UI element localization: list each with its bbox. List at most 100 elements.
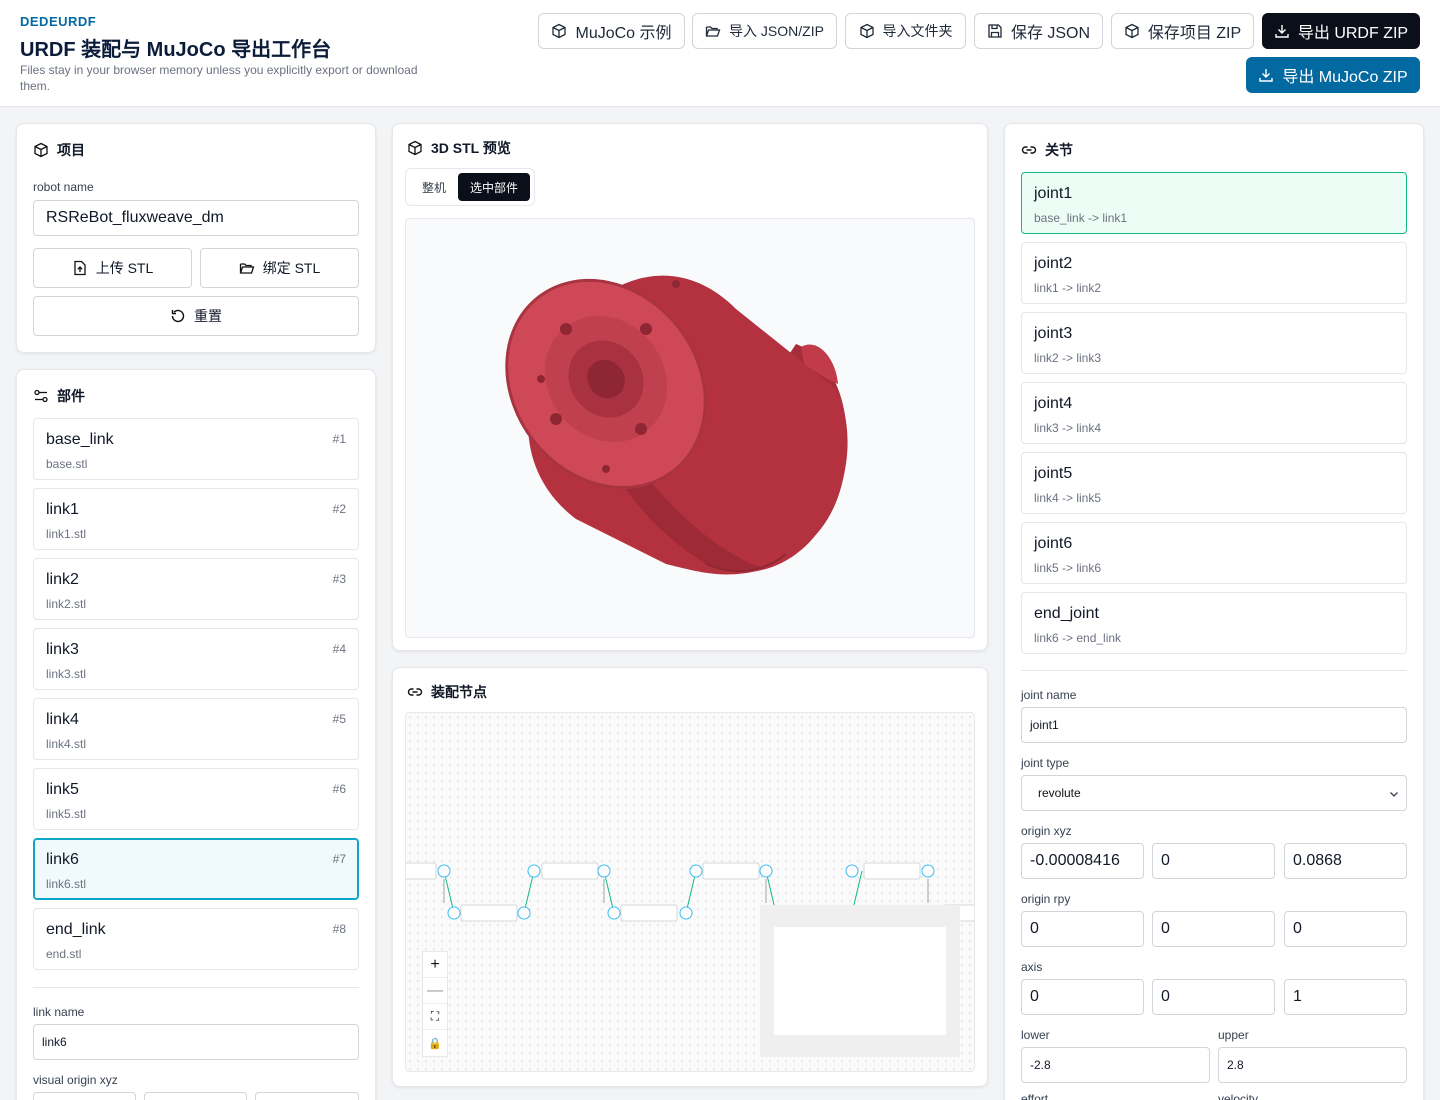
node-graph-canvas[interactable]: + — ⛶ 🔒 [405,712,975,1072]
reset-button[interactable]: 重置 [33,296,359,336]
link-name-input[interactable]: link6 [33,1024,359,1060]
upper-limit-input[interactable]: 2.8 [1218,1047,1407,1083]
bind-stl-button[interactable]: 绑定 STL [200,248,359,288]
parts-card: 部件 base_link base.stl #1 link1 link1.stl #2 li… [16,369,376,1100]
link-icon [407,688,423,696]
preview-card-header: 3D STL 预览 [407,138,511,158]
import-json-zip-button[interactable]: 导入 JSON/ZIP [692,13,837,49]
joints-card-header: 关节 [1021,140,1073,160]
origin-z-input[interactable]: 0.0868 [1284,843,1407,879]
joint-item-joint1[interactable]: joint1 base_link -> link1 [1021,172,1407,234]
lock-button[interactable]: 🔒 [423,1030,447,1056]
visual-origin-x-input[interactable] [33,1092,136,1100]
joint-type-label: joint type [1021,756,1070,770]
download-icon [1259,69,1274,82]
joint-name: joint6 [1034,535,1073,552]
joint-item-joint2[interactable]: joint2 link1 -> link2 [1021,242,1407,304]
part-file: link6.stl [46,877,87,891]
joint-item-joint5[interactable]: joint5 link4 -> link5 [1021,452,1407,514]
save-json-label: 保存 JSON [1010,25,1091,42]
sliders-icon [34,389,48,403]
tab-whole-machine[interactable]: 整机 [410,173,458,201]
part-item-end-link[interactable]: end_link end.stl #8 [33,908,359,970]
origin-x-input[interactable]: -0.00008416 [1021,843,1144,879]
joint-name: joint1 [1034,185,1073,202]
link-icon [1021,146,1037,154]
visual-origin-z-input[interactable] [255,1092,359,1100]
parts-title: 部件 [57,388,85,404]
upload-stl-label: 上传 STL [95,260,154,276]
project-card: 项目 robot name RSReBot_fluxweave_dm 上传 ST… [16,123,376,353]
effort-label: effort [1021,1092,1049,1100]
preview-mode-toggle: 整机 选中部件 [405,168,535,206]
save-project-zip-label: 保存项目 ZIP [1147,25,1242,42]
part-file: link3.stl [46,667,87,681]
velocity-label: velocity [1218,1092,1259,1100]
part-item-link5[interactable]: link5 link5.stl #6 [33,768,359,830]
zoom-in-button[interactable]: + [423,952,447,978]
origin-pitch-input[interactable]: 0 [1152,911,1275,947]
save-project-zip-button[interactable]: 保存项目 ZIP [1111,13,1254,49]
lower-limit-input[interactable]: -2.8 [1021,1047,1210,1083]
joint-name-label: joint name [1021,688,1077,702]
fit-view-button[interactable]: ⛶ [423,1004,447,1030]
part-item-link2[interactable]: link2 link2.stl #3 [33,558,359,620]
part-index: #4 [332,642,346,656]
joint-name-input[interactable]: joint1 [1021,707,1407,743]
tab-selected-part[interactable]: 选中部件 [458,173,530,201]
assembly-title: 装配节点 [431,684,487,700]
origin-y-input[interactable]: 0 [1152,843,1275,879]
stl-viewport[interactable] [405,218,975,638]
joint-name: joint2 [1034,255,1073,272]
part-item-link6[interactable]: link6 link6.stl #7 [33,838,359,900]
origin-yaw-input[interactable]: 0 [1284,911,1407,947]
upload-stl-button[interactable]: 上传 STL [33,248,192,288]
axis-y-input[interactable]: 0 [1152,979,1275,1015]
origin-roll-input[interactable]: 0 [1021,911,1144,947]
joint-name: joint5 [1034,465,1073,482]
visual-origin-y-input[interactable] [144,1092,247,1100]
axis-x-input[interactable]: 0 [1021,979,1144,1015]
chevron-down-icon [1390,792,1398,797]
zoom-out-button[interactable]: — [423,978,447,1004]
joint-type-select[interactable]: revolute [1021,775,1407,811]
download-icon [1275,25,1289,38]
part-item-link3[interactable]: link3 link3.stl #4 [33,628,359,690]
joint-item-end-joint[interactable]: end_joint link6 -> end_link [1021,592,1407,654]
save-json-button[interactable]: 保存 JSON [974,13,1103,49]
joint-relation: link3 -> link4 [1034,421,1102,435]
robot-name-input[interactable]: RSReBot_fluxweave_dm [33,200,359,236]
part-file: base.stl [46,457,88,471]
joint-item-joint3[interactable]: joint3 link2 -> link3 [1021,312,1407,374]
folder-open-icon [705,26,721,37]
origin-rpy-label: origin rpy [1021,892,1071,906]
joint-item-joint4[interactable]: joint4 link3 -> link4 [1021,382,1407,444]
preview-title: 3D STL 预览 [431,140,511,156]
graph-minimap[interactable] [760,905,960,1057]
part-item-link4[interactable]: link4 link4.stl #5 [33,698,359,760]
box-icon [859,23,874,39]
export-urdf-zip-button[interactable]: 导出 URDF ZIP [1262,13,1420,49]
link-name-label: link name [33,1005,85,1019]
part-name: link1 [46,501,79,518]
part-file: end.stl [46,947,82,961]
brand-label: DEDEURDF [20,14,97,29]
axis-z-input[interactable]: 1 [1284,979,1407,1015]
import-folder-button[interactable]: 导入文件夹 [845,13,966,49]
part-item-link1[interactable]: link1 link1.stl #2 [33,488,359,550]
mujoco-example-button[interactable]: MuJoCo 示例 [538,13,685,49]
joint-relation: link6 -> end_link [1034,631,1122,645]
part-file: link1.stl [46,527,87,541]
joint-name: end_joint [1034,605,1099,622]
part-index: #6 [332,782,346,796]
page-title: URDF 装配与 MuJoCo 导出工作台 [20,39,332,61]
joint-type-value: revolute [1038,786,1081,800]
export-mujoco-zip-button[interactable]: 导出 MuJoCo ZIP [1246,57,1420,93]
lower-label: lower [1021,1028,1050,1042]
joint-item-joint6[interactable]: joint6 link5 -> link6 [1021,522,1407,584]
app-header: DEDEURDF URDF 装配与 MuJoCo 导出工作台 Files sta… [0,0,1440,107]
box-icon [552,23,567,39]
joint-name: joint3 [1034,325,1073,342]
part-item-base-link[interactable]: base_link base.stl #1 [33,418,359,480]
part-name: end_link [46,921,106,938]
